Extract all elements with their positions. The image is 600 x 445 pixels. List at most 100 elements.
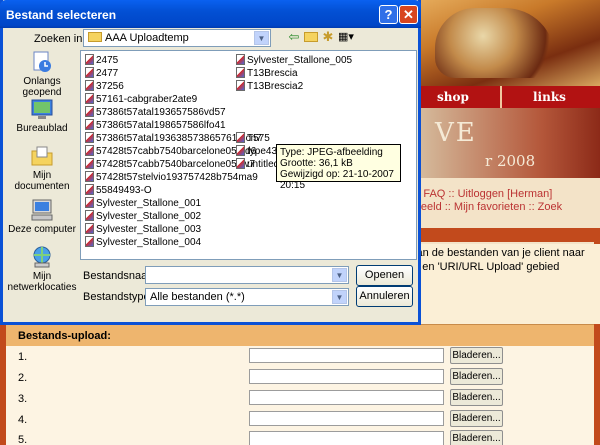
jpeg-file-icon <box>85 145 94 156</box>
upload-file-field[interactable] <box>249 411 444 426</box>
header-banner-image <box>405 0 600 86</box>
list-item[interactable]: T13Brescia2 <box>236 80 303 93</box>
site-title-banner: VE r 2008 <box>405 108 600 178</box>
list-item[interactable]: 57386t57atal198657586lfo41 <box>85 119 226 132</box>
browse-button[interactable]: Bladeren... <box>450 389 503 406</box>
info-line-1: van de bestanden van je client naar <box>411 247 585 259</box>
browse-button[interactable]: Bladeren... <box>450 410 503 427</box>
upload-row: 4. Bladeren... <box>6 410 594 431</box>
nav-shop[interactable]: shop <box>437 90 469 104</box>
jpeg-file-icon <box>85 119 94 130</box>
upload-file-field[interactable] <box>249 390 444 405</box>
network-places-icon <box>33 246 51 268</box>
list-item[interactable]: T575 <box>236 132 270 145</box>
cancel-button[interactable]: Annuleren <box>356 286 413 307</box>
place-label: Mijn documenten <box>14 170 70 192</box>
list-item[interactable]: 37256 <box>85 80 124 93</box>
list-item[interactable]: Sylvester_Stallone_002 <box>85 210 201 223</box>
list-item[interactable]: 57386t57atal193657586vd57 <box>85 106 226 119</box>
close-button[interactable]: ✕ <box>399 5 418 24</box>
file-upload-section: Bestands-upload: 1. Bladeren... 2. Blade… <box>6 324 594 445</box>
filename-input[interactable]: ▼ <box>145 266 349 284</box>
place-network[interactable]: Mijn netwerklocaties <box>7 245 77 293</box>
upload-row-number: 1. <box>18 351 28 363</box>
place-label: Onlangs geopend <box>22 76 62 98</box>
jpeg-file-icon <box>85 158 94 169</box>
my-documents-icon <box>31 146 53 166</box>
look-in-dropdown[interactable]: AAA Uploadtemp ▼ <box>83 29 271 47</box>
list-item[interactable]: Sylvester_Stallone_004 <box>85 236 201 249</box>
jpeg-file-icon <box>85 236 94 247</box>
places-bar: Onlangs geopend Bureaublad Mijn document… <box>7 50 77 293</box>
chevron-down-icon[interactable]: ▼ <box>254 31 269 45</box>
jpeg-file-icon <box>236 145 245 156</box>
user-links-line-2[interactable]: ordeeld :: Mijn favorieten :: Zoek <box>405 201 600 214</box>
file-open-dialog: Bestand selecteren ? ✕ Zoeken in: AAA Up… <box>0 0 421 325</box>
upload-row-number: 2. <box>18 372 28 384</box>
nav-links[interactable]: links <box>533 90 566 104</box>
view-menu-icon[interactable]: ▦▾ <box>336 28 356 46</box>
place-desktop[interactable]: Bureaublad <box>7 97 77 134</box>
list-item[interactable]: 57428t57cabb7540barcelone05btd6 <box>85 145 256 158</box>
new-folder-icon[interactable]: ✱ <box>318 28 338 46</box>
tooltip-modified: Gewijzigd op: 21-10-2007 20:15 <box>280 169 394 191</box>
jpeg-file-icon <box>85 93 94 104</box>
place-label: Mijn netwerklocaties <box>7 271 77 293</box>
browse-button[interactable]: Bladeren... <box>450 368 503 385</box>
nav-separator <box>500 86 502 108</box>
list-item[interactable]: 2475 <box>85 54 118 67</box>
jpeg-file-icon <box>85 132 94 143</box>
jpeg-file-icon <box>85 171 94 182</box>
my-computer-icon <box>31 199 53 221</box>
site-nav: shop links <box>405 86 600 108</box>
file-list[interactable]: 2475 2477 37256 57161-cabgraber2ate9 573… <box>80 50 417 260</box>
browse-button[interactable]: Bladeren... <box>450 430 503 445</box>
user-links-line-1[interactable]: d :: FAQ :: Uitloggen [Herman] <box>405 188 600 201</box>
dialog-titlebar[interactable]: Bestand selecteren ? ✕ <box>0 0 421 28</box>
list-item[interactable]: Sylvester_Stallone_001 <box>85 197 201 210</box>
info-line-2: d' en 'URI/URL Upload' gebied <box>411 261 560 273</box>
place-my-computer[interactable]: Deze computer <box>7 198 77 235</box>
list-item[interactable]: 2477 <box>85 67 118 80</box>
upload-row: 3. Bladeren... <box>6 389 594 410</box>
dialog-title: Bestand selecteren <box>6 8 117 22</box>
vintage-racer-illustration <box>435 8 555 78</box>
upload-file-field[interactable] <box>249 348 444 363</box>
jpeg-file-icon <box>85 223 94 234</box>
list-item[interactable]: 57428t57stelvio193757428b754ma9 <box>85 171 258 184</box>
list-item[interactable]: T13Brescia <box>236 67 298 80</box>
open-button[interactable]: Openen <box>356 265 413 286</box>
upload-row-number: 3. <box>18 393 28 405</box>
place-label: Deze computer <box>8 224 76 235</box>
jpeg-file-icon <box>85 197 94 208</box>
filetype-select[interactable]: Alle bestanden (*.*) ▼ <box>145 288 349 306</box>
list-item[interactable]: Sylvester_Stallone_005 <box>236 54 352 67</box>
place-my-documents[interactable]: Mijn documenten <box>7 144 77 192</box>
jpeg-file-icon <box>85 67 94 78</box>
tooltip-size: Grootte: 36,1 kB <box>280 158 353 169</box>
jpeg-file-icon <box>236 132 245 143</box>
list-item[interactable]: 55849493-O <box>85 184 152 197</box>
list-item[interactable]: 57428t57cabb7540barcelone05cfv7 <box>85 158 255 171</box>
upload-file-field[interactable] <box>249 431 444 445</box>
jpeg-file-icon <box>236 80 245 91</box>
list-item[interactable]: Sylvester_Stallone_003 <box>85 223 201 236</box>
user-links: d :: FAQ :: Uitloggen [Herman] ordeeld :… <box>405 178 600 226</box>
upload-file-field[interactable] <box>249 369 444 384</box>
jpeg-file-icon <box>236 67 245 78</box>
list-item[interactable]: 57161-cabgraber2ate9 <box>85 93 197 106</box>
site-title-year: r 2008 <box>485 152 536 170</box>
jpeg-file-icon <box>85 210 94 221</box>
desktop-icon <box>31 99 53 119</box>
look-in-label: Zoeken in: <box>34 33 86 45</box>
folder-icon <box>88 32 102 42</box>
upload-row: 2. Bladeren... <box>6 368 594 389</box>
chevron-down-icon[interactable]: ▼ <box>332 290 347 304</box>
chevron-down-icon[interactable]: ▼ <box>332 268 347 282</box>
place-recent[interactable]: Onlangs geopend <box>7 50 77 98</box>
filetype-value: Alle bestanden (*.*) <box>150 291 245 303</box>
help-button[interactable]: ? <box>379 5 398 24</box>
info-line-3: : <box>411 294 600 308</box>
browse-button[interactable]: Bladeren... <box>450 347 503 364</box>
upload-row-number: 4. <box>18 414 28 426</box>
